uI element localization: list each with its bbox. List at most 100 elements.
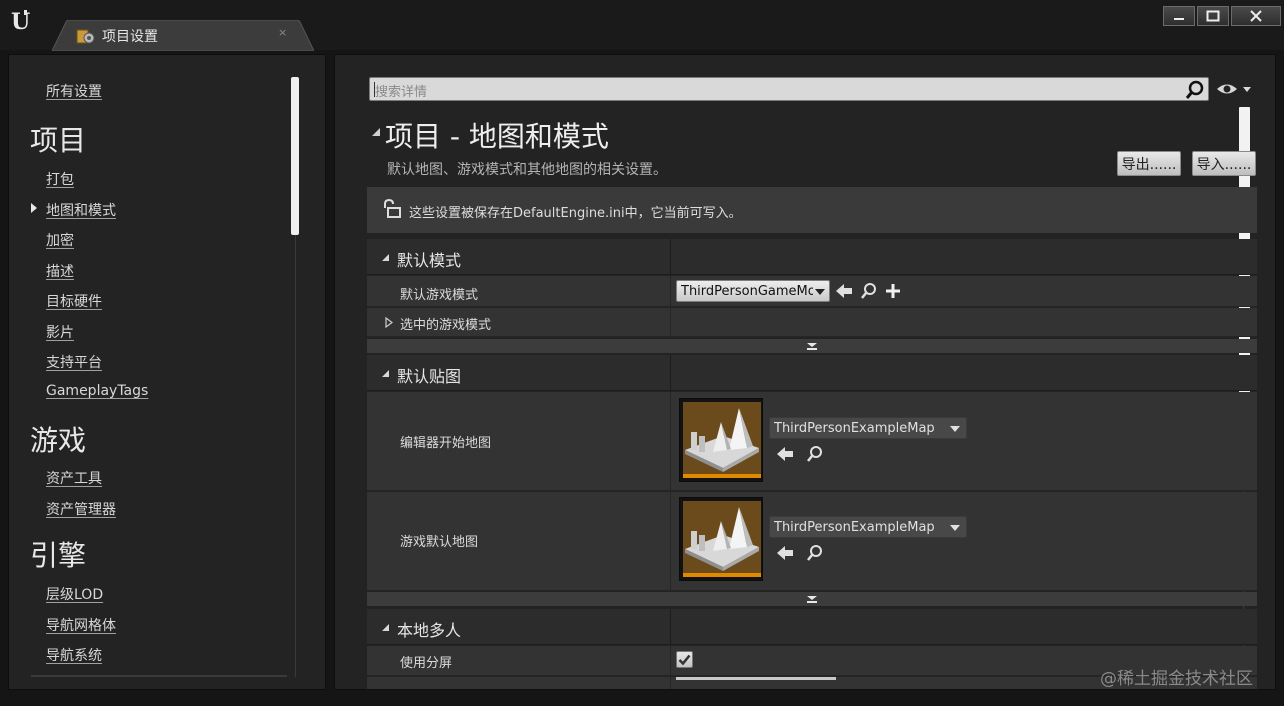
sidebar-heading-project: 项目 <box>30 124 87 157</box>
svg-text:U: U <box>11 9 30 34</box>
checkmark-icon <box>678 654 691 666</box>
show-advanced-button[interactable] <box>367 592 1257 606</box>
sidebar-item-asset-tools[interactable]: 资产工具 <box>46 468 102 488</box>
sidebar-heading-game: 游戏 <box>30 424 87 457</box>
title-bar: U 项目设置 × <box>0 0 1284 51</box>
map-thumbnail[interactable] <box>679 398 763 482</box>
editor-startup-map-combo[interactable]: ThirdPersonExampleMap <box>769 417 967 439</box>
sidebar-item-hlod[interactable]: 层级LOD <box>46 584 103 604</box>
collapse-header-icon[interactable] <box>371 127 381 137</box>
editor-startup-map-label: 编辑器开始地图 <box>400 436 492 451</box>
page-title: 项目 - 地图和模式 <box>385 120 609 153</box>
minimize-button[interactable] <box>1163 6 1195 26</box>
category-label: 默认贴图 <box>397 367 462 386</box>
settings-sidebar: 所有设置 项目 打包 地图和模式 加密 描述 目标硬件 影片 支持平台 Game… <box>8 54 326 690</box>
browse-search-icon[interactable] <box>805 543 825 563</box>
config-info-text: 这些设置被保存在DefaultEngine.ini中，它当前可写入。 <box>409 206 742 221</box>
search-icon[interactable] <box>1185 80 1205 100</box>
category-default-modes[interactable]: 默认模式 <box>367 239 1257 275</box>
advanced-chevron-icon <box>807 342 817 350</box>
unreal-logo-icon: U <box>6 5 38 37</box>
watermark-text: @稀土掘金技术社区 <box>1100 669 1253 689</box>
game-default-map-label: 游戏默认地图 <box>400 535 479 550</box>
tab-project-settings[interactable]: 项目设置 × <box>52 20 314 51</box>
column-divider <box>670 355 671 390</box>
sidebar-item-packaging[interactable]: 打包 <box>46 169 74 189</box>
sidebar-item-gameplay-tags[interactable]: GameplayTags <box>46 383 148 399</box>
column-divider <box>670 239 671 274</box>
map-preview-image <box>683 402 761 474</box>
sidebar-item-crypto[interactable]: 加密 <box>46 230 74 250</box>
default-gamemode-combo[interactable]: ThirdPersonGameMod <box>676 280 830 302</box>
row-default-gamemode: 默认游戏模式 ThirdPersonGameMod <box>367 276 1257 307</box>
use-splitscreen-label: 使用分屏 <box>400 656 453 671</box>
tab-label: 项目设置 <box>102 29 158 45</box>
column-divider <box>670 392 671 490</box>
sidebar-item-movies[interactable]: 影片 <box>46 322 74 342</box>
sidebar-item-maps-modes[interactable]: 地图和模式 <box>46 200 116 220</box>
selected-arrow-icon <box>31 203 37 213</box>
close-window-button[interactable] <box>1231 6 1281 26</box>
browse-search-icon[interactable] <box>859 281 879 301</box>
column-divider <box>670 609 671 644</box>
category-collapse-icon <box>382 370 389 377</box>
default-gamemode-label: 默认游戏模式 <box>400 288 479 303</box>
tab-close-icon[interactable]: × <box>278 26 287 39</box>
browse-search-icon[interactable] <box>805 444 825 464</box>
window-controls <box>1163 6 1281 26</box>
selected-gamemode-label: 选中的游戏模式 <box>400 318 492 333</box>
search-placeholder: 搜索详情 <box>375 85 428 100</box>
sidebar-item-asset-manager[interactable]: 资产管理器 <box>46 499 116 519</box>
row-editor-startup-map: 编辑器开始地图 ThirdPersonExampleMap <box>367 392 1257 491</box>
expand-arrow-icon[interactable] <box>385 317 393 328</box>
unlocked-icon <box>381 198 401 219</box>
settings-tab-icon <box>76 26 96 46</box>
chevron-down-icon <box>815 289 825 295</box>
column-divider <box>670 646 671 675</box>
sidebar-item-all-settings[interactable]: 所有设置 <box>46 81 102 101</box>
asset-type-color-bar <box>683 573 761 577</box>
column-divider <box>670 677 671 689</box>
use-selected-arrow-icon[interactable] <box>834 281 854 301</box>
view-options-eye-icon[interactable] <box>1215 80 1255 98</box>
sidebar-item-supported-platforms[interactable]: 支持平台 <box>46 352 102 372</box>
combo-value: ThirdPersonGameMod <box>681 284 813 299</box>
row-selected-gamemode[interactable]: 选中的游戏模式 <box>367 308 1257 337</box>
use-selected-arrow-icon[interactable] <box>775 444 795 464</box>
search-input[interactable]: 搜索详情 <box>369 77 1209 101</box>
page-description: 默认地图、游戏模式和其他地图的相关设置。 <box>387 162 667 178</box>
chevron-down-icon <box>950 426 960 432</box>
show-advanced-button[interactable] <box>367 339 1257 353</box>
import-button[interactable]: 导入...... <box>1192 151 1256 176</box>
asset-type-color-bar <box>683 474 761 478</box>
use-selected-arrow-icon[interactable] <box>775 543 795 563</box>
sidebar-heading-engine: 引擎 <box>30 539 87 572</box>
combo-value: ThirdPersonExampleMap <box>774 520 935 535</box>
category-collapse-icon <box>382 254 389 261</box>
chevron-down-icon <box>950 525 960 531</box>
sidebar-item-nav-system[interactable]: 导航系统 <box>46 645 102 665</box>
category-collapse-icon <box>382 624 389 631</box>
sidebar-scrollbar[interactable] <box>291 77 299 235</box>
column-divider <box>670 308 671 336</box>
details-panel: 搜索详情 项目 - 地图和模式 默认地图、游戏模式和其他地图的相关设置。 导出.… <box>334 54 1276 690</box>
sidebar-bottom-divider <box>31 675 287 677</box>
category-local-multiplayer[interactable]: 本地多人 <box>367 609 1257 645</box>
config-info-bar: 这些设置被保存在DefaultEngine.ini中，它当前可写入。 <box>367 187 1257 233</box>
advanced-chevron-icon <box>807 595 817 603</box>
maximize-button[interactable] <box>1197 6 1229 26</box>
category-label: 本地多人 <box>397 621 462 640</box>
sidebar-item-navmesh[interactable]: 导航网格体 <box>46 615 116 635</box>
map-thumbnail[interactable] <box>679 497 763 581</box>
sidebar-item-description[interactable]: 描述 <box>46 261 74 281</box>
use-splitscreen-checkbox[interactable] <box>676 651 693 668</box>
column-divider <box>670 492 671 590</box>
map-preview-image <box>683 501 761 573</box>
game-default-map-combo[interactable]: ThirdPersonExampleMap <box>769 516 967 538</box>
sidebar-item-target-hardware[interactable]: 目标硬件 <box>46 291 102 311</box>
category-default-maps[interactable]: 默认贴图 <box>367 355 1257 391</box>
export-button[interactable]: 导出...... <box>1117 151 1181 176</box>
combo-value: ThirdPersonExampleMap <box>774 421 935 436</box>
add-plus-icon[interactable] <box>883 281 903 301</box>
row-game-default-map: 游戏默认地图 ThirdPersonExampleMap <box>367 492 1257 591</box>
